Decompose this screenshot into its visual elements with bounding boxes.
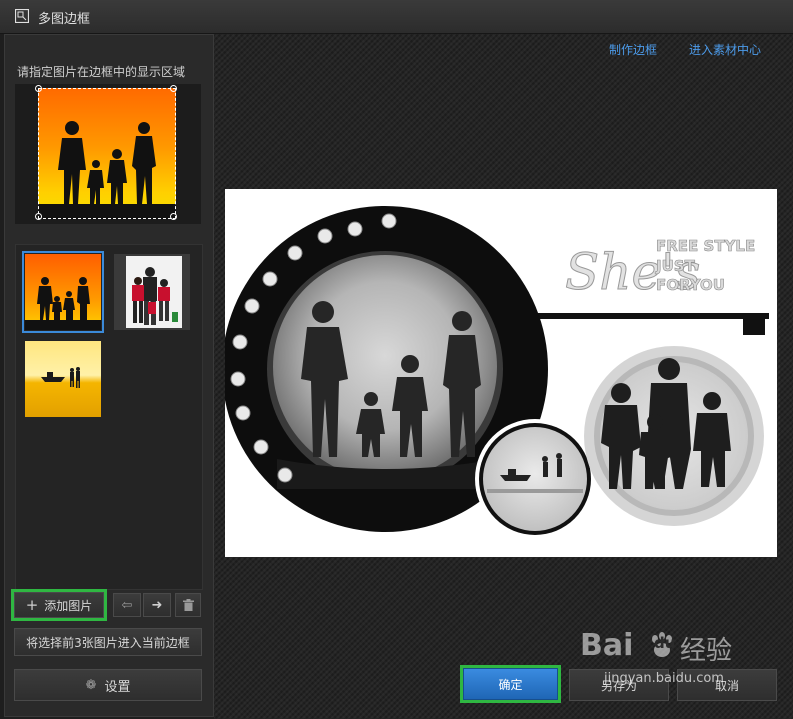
add-image-button[interactable]: + 添加图片 [11,589,107,621]
frame-line1: FREE STYLE [656,237,755,255]
crop-region[interactable] [38,88,176,219]
settings-button[interactable]: ❁ 设置 [14,669,202,701]
make-frame-link[interactable]: 制作边框 [609,41,657,58]
settings-label: 设置 [104,679,131,695]
watermark-url: jingyan.baidu.com [604,671,724,686]
arrow-left-icon: ⇦ [121,597,133,613]
move-right-button[interactable]: ➜ [143,593,171,617]
delete-button[interactable] [175,593,201,617]
frame-text-art: She's FREE STYLE JUST FORYOU [565,237,756,302]
add-image-label: 添加图片 [44,598,93,613]
selection-info: 将选择前3张图片进入当前边框 [14,628,202,656]
thumbnail-sunset-family[interactable] [22,251,104,333]
plus-icon: + [25,596,39,614]
frame-app-icon [15,9,29,23]
thumbnail-beach-boat[interactable] [25,341,101,417]
thumbnail-family-portrait[interactable] [114,254,190,330]
frame-canvas: She's FREE STYLE JUST FORYOU [225,189,777,557]
crop-handle-tr[interactable] [170,85,177,92]
frame-line3: FORYOU [656,276,725,294]
baidu-watermark: Bai du 经验 jingyan.baidu.com [580,618,780,698]
crop-handle-tl[interactable] [35,85,42,92]
small-photo-circle [475,419,595,539]
material-center-link[interactable]: 进入素材中心 [689,41,761,58]
selection-info-text: 将选择前3张图片进入当前边框 [26,635,190,650]
title-bar: 多图边框 [0,0,793,34]
crop-handle-br[interactable] [170,213,177,220]
arrow-right-icon: ➜ [151,597,163,613]
move-left-button[interactable]: ⇦ [113,593,141,617]
confirm-label: 确定 [498,677,523,692]
right-photo-circle [584,346,764,526]
crop-handle-bl[interactable] [35,213,42,220]
region-hint: 请指定图片在边框中的显示区域 [17,65,186,79]
watermark-brand-2: du [654,634,676,652]
confirm-button[interactable]: 确定 [460,665,561,703]
frame-line2: JUST [655,257,696,275]
trash-icon [182,599,194,611]
watermark-brand-cn: 经验 [680,636,733,666]
watermark-brand: Bai [580,628,634,663]
window-title: 多图边框 [38,12,91,27]
gear-icon: ❁ [85,677,97,693]
